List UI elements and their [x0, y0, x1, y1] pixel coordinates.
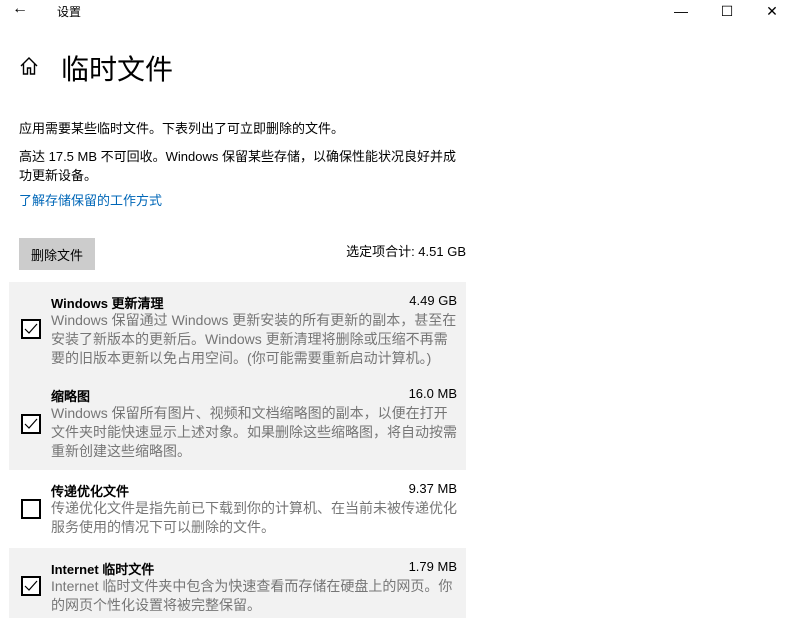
- checkmark-icon: [24, 580, 38, 591]
- maximize-button[interactable]: ☐: [704, 0, 750, 22]
- delete-files-button[interactable]: 删除文件: [19, 238, 95, 270]
- item-description: Windows 保留通过 Windows 更新安装的所有更新的副本，甚至在安装了…: [51, 312, 457, 366]
- item-title: 缩略图: [51, 389, 91, 404]
- item-title: Windows 更新清理: [51, 296, 164, 311]
- item-checkbox[interactable]: [21, 576, 41, 596]
- item-title: 传递优化文件: [51, 484, 130, 499]
- item-description: Windows 保留所有图片、视频和文档缩略图的副本，以便在打开文件夹时能快速显…: [51, 405, 457, 459]
- item-description: Internet 临时文件夹中包含为快速查看而存储在硬盘上的网页。你的网页个性化…: [51, 578, 453, 613]
- cleanup-item[interactable]: Internet 临时文件 1.79 MB Internet 临时文件夹中包含为…: [9, 548, 466, 618]
- back-button[interactable]: ←: [12, 0, 28, 18]
- item-size: 4.49 GB: [409, 293, 457, 308]
- checkmark-icon: [24, 418, 38, 429]
- item-checkbox[interactable]: [21, 499, 41, 519]
- page-title: 临时文件: [61, 54, 174, 85]
- item-size: 1.79 MB: [408, 559, 457, 574]
- item-size: 9.37 MB: [408, 481, 457, 496]
- reserved-text: 高达 17.5 MB 不可回收。Windows 保留某些存储，以确保性能状况良好…: [19, 149, 456, 183]
- learn-storage-link[interactable]: 了解存储保留的工作方式: [19, 191, 469, 210]
- item-checkbox[interactable]: [21, 414, 41, 434]
- window-title: 设置: [57, 5, 82, 19]
- checkmark-icon: [24, 323, 38, 334]
- home-icon[interactable]: [18, 55, 40, 77]
- intro-text: 应用需要某些临时文件。下表列出了可立即删除的文件。: [19, 121, 345, 136]
- item-description: 传递优化文件是指先前已下载到你的计算机、在当前未被传递优化服务使用的情况下可以删…: [51, 500, 457, 535]
- cleanup-item[interactable]: 传递优化文件 9.37 MB 传递优化文件是指先前已下载到你的计算机、在当前未被…: [9, 470, 466, 548]
- item-title: Internet 临时文件: [51, 562, 155, 577]
- item-checkbox[interactable]: [21, 319, 41, 339]
- item-size: 16.0 MB: [408, 386, 457, 401]
- cleanup-item[interactable]: 缩略图 16.0 MB Windows 保留所有图片、视频和文档缩略图的副本，以…: [9, 375, 466, 470]
- close-button[interactable]: ✕: [749, 0, 789, 22]
- cleanup-item[interactable]: Windows 更新清理 4.49 GB Windows 保留通过 Window…: [9, 282, 466, 375]
- selected-total: 选定项合计: 4.51 GB: [346, 244, 466, 259]
- minimize-button[interactable]: —: [658, 0, 704, 22]
